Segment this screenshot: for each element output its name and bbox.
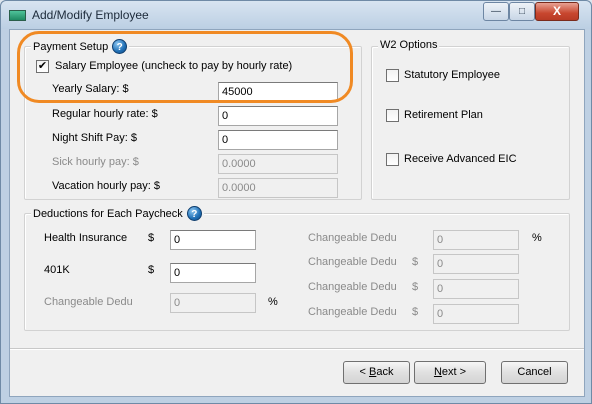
changeable-deduction-input: 0	[433, 254, 519, 274]
percent-unit: %	[532, 232, 542, 244]
advanced-eic-label: Receive Advanced EIC	[404, 153, 517, 165]
w2-options-legend: W2 Options	[378, 39, 440, 51]
w2-options-group: W2 Options Statutory Employee Retirement…	[371, 39, 570, 200]
changeable-deduction-input: 0	[433, 279, 519, 299]
minimize-button[interactable]: —	[483, 2, 509, 21]
changeable-deduction-input: 0	[170, 293, 256, 313]
yearly-salary-label: Yearly Salary: $	[52, 83, 129, 95]
percent-unit: %	[268, 296, 278, 308]
yearly-salary-input[interactable]: 45000	[218, 82, 338, 102]
changeable-deduction-currency: $	[412, 306, 419, 318]
employee-dialog: Add/Modify Employee — □ X Payment Setup …	[0, 0, 592, 404]
window-title: Add/Modify Employee	[32, 8, 149, 22]
regular-hourly-label: Regular hourly rate: $	[52, 108, 158, 120]
statutory-employee-checkbox[interactable]	[386, 69, 399, 82]
salary-employee-checkbox[interactable]: ✔	[36, 60, 49, 73]
deductions-legend: Deductions for Each Paycheck ?	[31, 206, 204, 221]
k401-label: 401K	[44, 264, 70, 276]
retirement-plan-checkbox[interactable]	[386, 109, 399, 122]
next-label: ext >	[441, 366, 467, 378]
dialog-body: Payment Setup ? ✔ Salary Employee (unche…	[9, 29, 585, 397]
help-icon[interactable]: ?	[112, 39, 128, 54]
health-insurance-currency: $	[148, 232, 155, 244]
deductions-group: Deductions for Each Paycheck ? Health In…	[24, 206, 570, 331]
vacation-hourly-label: Vacation hourly pay: $	[52, 180, 161, 192]
k401-input[interactable]: 0	[170, 263, 256, 283]
maximize-button[interactable]: □	[509, 2, 535, 21]
changeable-deduction-label: Changeable Dedu	[44, 296, 133, 308]
next-button[interactable]: Next >	[414, 361, 486, 384]
back-label: ack	[376, 366, 394, 378]
salary-employee-label: Salary Employee (uncheck to pay by hourl…	[55, 60, 293, 72]
vacation-hourly-input: 0.0000	[218, 178, 338, 198]
footer-divider	[10, 348, 584, 350]
payment-setup-legend: Payment Setup ?	[31, 39, 130, 54]
changeable-deduction-label: Changeable Dedu	[308, 281, 397, 293]
next-accelerator: N	[433, 366, 442, 378]
app-icon	[9, 10, 26, 21]
payment-setup-group: Payment Setup ? ✔ Salary Employee (unche…	[24, 39, 362, 200]
deductions-title: Deductions for Each Paycheck	[33, 207, 183, 220]
close-button[interactable]: X	[535, 2, 579, 21]
sick-hourly-input: 0.0000	[218, 154, 338, 174]
changeable-deduction-label: Changeable Dedu	[308, 256, 397, 268]
payment-setup-title: Payment Setup	[33, 40, 109, 53]
back-prefix: <	[359, 366, 369, 378]
changeable-deduction-label: Changeable Dedu	[308, 306, 397, 318]
cancel-button[interactable]: Cancel	[501, 361, 568, 384]
help-icon[interactable]: ?	[186, 206, 202, 221]
changeable-deduction-input: 0	[433, 304, 519, 324]
statutory-employee-label: Statutory Employee	[404, 69, 500, 81]
night-shift-input[interactable]: 0	[218, 130, 338, 150]
title-bar[interactable]: Add/Modify Employee — □ X	[1, 1, 591, 29]
health-insurance-label: Health Insurance	[44, 232, 128, 244]
changeable-deduction-currency: $	[412, 256, 419, 268]
regular-hourly-input[interactable]: 0	[218, 106, 338, 126]
night-shift-label: Night Shift Pay: $	[52, 132, 137, 144]
sick-hourly-label: Sick hourly pay: $	[52, 156, 139, 168]
changeable-deduction-input: 0	[433, 230, 519, 250]
k401-currency: $	[148, 264, 155, 276]
health-insurance-input[interactable]: 0	[170, 230, 256, 250]
retirement-plan-label: Retirement Plan	[404, 109, 483, 121]
changeable-deduction-currency: $	[412, 281, 419, 293]
advanced-eic-checkbox[interactable]	[386, 153, 399, 166]
changeable-deduction-label: Changeable Dedu	[308, 232, 397, 244]
back-button[interactable]: < Back	[343, 361, 410, 384]
